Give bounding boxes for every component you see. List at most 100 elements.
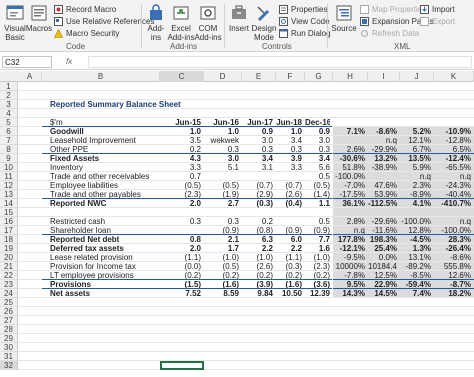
variance-cell: -7.0% [344, 181, 365, 190]
view-code-button[interactable]: View Code [279, 16, 330, 27]
value-cell: 7.7 [318, 235, 330, 244]
value-cell: (0.3) [285, 262, 302, 271]
column-header-c[interactable]: C [160, 71, 204, 82]
value-cell: 0.3 [227, 217, 239, 226]
row-header[interactable]: 25 [0, 298, 18, 307]
properties-button[interactable]: Properties [279, 4, 327, 15]
row-header[interactable]: 1 [0, 82, 18, 91]
row-header[interactable]: 22 [0, 271, 18, 280]
record-macro-button[interactable]: Record Macro [54, 4, 116, 15]
row-header[interactable]: 29 [0, 334, 18, 343]
use-relative-references-button[interactable]: Use Relative References [54, 16, 154, 27]
table-row: Employee liabilities (0.5) (0.5) (0.7) (0.7)… [18, 181, 474, 190]
run-dialog-button[interactable]: Run Dialog [279, 28, 331, 39]
row-header[interactable]: 24 [0, 289, 18, 298]
variance-cell: -100.0% [335, 172, 365, 181]
macro-security-button[interactable]: Macro Security [54, 28, 119, 39]
variance-cell: 28.3% [448, 235, 471, 244]
row-header[interactable]: 4 [0, 109, 18, 118]
row-header[interactable]: 28 [0, 325, 18, 334]
variance-cell: -65.5% [445, 163, 471, 172]
function-icon[interactable]: fx [66, 57, 72, 66]
value-cell: 3.3 [290, 163, 302, 172]
name-box[interactable]: C32 [2, 56, 52, 68]
total-rule [333, 234, 474, 235]
column-header-d[interactable]: D [204, 71, 242, 82]
row-header[interactable]: 32 [0, 361, 18, 370]
column-header-a[interactable]: A [18, 71, 42, 82]
refresh-data-button[interactable]: Refresh Data [360, 28, 419, 39]
column-header-b[interactable]: B [42, 71, 160, 82]
row-header[interactable]: 20 [0, 253, 18, 262]
row-header[interactable]: 21 [0, 262, 18, 271]
total-rule [42, 279, 332, 280]
value-cell: 4.3 [189, 154, 201, 163]
row-header[interactable]: 19 [0, 244, 18, 253]
row-header[interactable]: 5 [0, 118, 18, 127]
column-header-h[interactable]: H [333, 71, 368, 82]
row-header[interactable]: 13 [0, 190, 18, 199]
column-header-f[interactable]: F [276, 71, 305, 82]
row-header[interactable]: 26 [0, 307, 18, 316]
formula-input[interactable] [88, 56, 472, 68]
table-row [18, 343, 474, 352]
value-cell: (2.3) [313, 262, 330, 271]
row-header[interactable]: 7 [0, 136, 18, 145]
row-header[interactable]: 23 [0, 280, 18, 289]
com-add-ins-button[interactable]: COM Add-ins [194, 4, 222, 42]
selected-cell[interactable] [160, 361, 204, 370]
macros-button[interactable]: Macros [26, 4, 52, 33]
import-button[interactable]: Import [420, 4, 455, 15]
row-header[interactable]: 12 [0, 181, 18, 190]
column-header-j[interactable]: J [400, 71, 434, 82]
value-cell: 3.0 [227, 154, 239, 163]
variance-cell: -24.3% [445, 181, 471, 190]
variance-cell: -8.6% [376, 127, 397, 136]
row-header[interactable]: 30 [0, 343, 18, 352]
map-properties-button[interactable]: Map Properties [360, 4, 426, 15]
excel-add-ins-button[interactable]: Excel Add-ins [167, 4, 195, 42]
row-header[interactable]: 14 [0, 199, 18, 208]
add-ins-button[interactable]: Add- ins [145, 4, 167, 42]
row-header[interactable]: 3 [0, 100, 18, 109]
record-macro-icon [54, 5, 63, 14]
table-row [18, 325, 474, 334]
value-cell: 2.0 [189, 244, 201, 253]
design-mode-icon [257, 6, 269, 21]
value-cell: 1.0 [189, 127, 201, 136]
refresh-data-label: Refresh Data [372, 29, 420, 38]
value-cell: (0.7) [285, 181, 302, 190]
visual-basic-button[interactable]: Visual Basic [4, 4, 26, 42]
table-row: Fixed Assets 4.3 3.0 3.4 3.9 3.4 -30.6% 13.2% 13… [18, 154, 474, 163]
formula-bar: C32 fx [0, 55, 474, 70]
row-header[interactable]: 18 [0, 235, 18, 244]
column-header-g[interactable]: G [305, 71, 333, 82]
value-cell: (2.6) [256, 262, 273, 271]
row-header[interactable]: 8 [0, 145, 18, 154]
column-header-k[interactable]: K [434, 71, 474, 82]
variance-cell: 10000% [335, 262, 365, 271]
row-header[interactable]: 15 [0, 208, 18, 217]
value-cell: 2.2 [290, 244, 302, 253]
column-header-e[interactable]: E [242, 71, 276, 82]
row-header[interactable]: 11 [0, 172, 18, 181]
design-mode-button[interactable]: Design Mode [251, 4, 277, 42]
value-cell: (0.4) [285, 199, 302, 208]
xml-source-button[interactable]: Source [331, 4, 357, 33]
variance-cell: 47.6% [374, 181, 397, 190]
row-header[interactable]: 6 [0, 127, 18, 136]
row-header[interactable]: 31 [0, 352, 18, 361]
add-ins-store-icon [150, 4, 162, 20]
export-button[interactable]: Export [420, 16, 455, 27]
value-cell: 3.9 [290, 154, 302, 163]
insert-control-button[interactable]: Insert [228, 4, 250, 33]
row-header[interactable]: 10 [0, 163, 18, 172]
run-dialog-label: Run Dialog [291, 29, 331, 38]
row-header[interactable]: 9 [0, 154, 18, 163]
row-header[interactable]: 16 [0, 217, 18, 226]
row-header[interactable]: 2 [0, 91, 18, 100]
value-cell: (1.0) [222, 253, 239, 262]
row-header[interactable]: 27 [0, 316, 18, 325]
row-header[interactable]: 17 [0, 226, 18, 235]
column-header-i[interactable]: I [368, 71, 400, 82]
